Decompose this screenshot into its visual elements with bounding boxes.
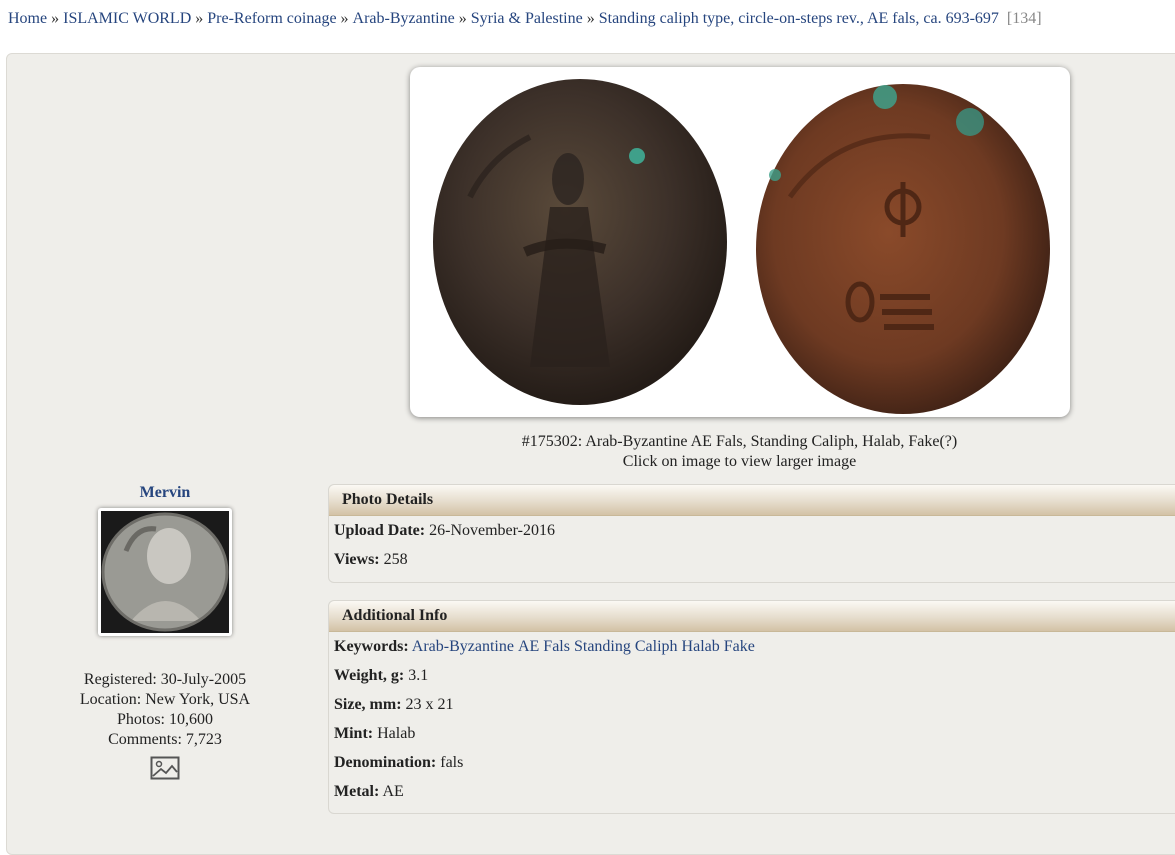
user-profile: Mervin Registered: 30-July-2005 Location… — [60, 484, 270, 780]
weight-row: Weight, g: 3.1 — [329, 661, 1175, 690]
user-photos: Photos: 10,600 — [116, 711, 213, 728]
upload-date-label: Upload Date: — [334, 522, 426, 539]
size-value: 23 x 21 — [405, 696, 454, 713]
upload-date-value: 26-November-2016 — [429, 522, 555, 539]
breadcrumb-separator: » — [340, 10, 349, 27]
photo-details-box: Photo Details Upload Date: 26-November-2… — [328, 484, 1175, 583]
breadcrumb-syria-palestine[interactable]: Syria & Palestine — [471, 10, 583, 27]
metal-value: AE — [382, 783, 404, 800]
keyword-link[interactable]: Caliph — [635, 638, 678, 655]
weight-value: 3.1 — [408, 667, 429, 684]
breadcrumb-pre-reform-coinage[interactable]: Pre-Reform coinage — [207, 10, 336, 27]
keywords-row: Keywords: Arab-Byzantine AE Fals Standing Ca… — [329, 632, 1175, 661]
coin-photo[interactable] — [410, 67, 1070, 417]
breadcrumb-separator: » — [458, 10, 467, 27]
breadcrumb-islamic-world[interactable]: ISLAMIC WORLD — [63, 10, 191, 27]
breadcrumb-album[interactable]: Standing caliph type, circle-on-steps re… — [599, 10, 999, 27]
user-location: Location: New York, USA — [79, 691, 251, 708]
denomination-row: Denomination: fals — [329, 748, 1175, 777]
breadcrumb: Home» ISLAMIC WORLD» Pre-Reform coinage» Ar… — [8, 10, 1042, 28]
photo-hint: Click on image to view larger image — [622, 453, 857, 470]
denomination-label: Denomination: — [334, 754, 437, 771]
views-label: Views: — [334, 551, 380, 568]
size-row: Size, mm: 23 x 21 — [329, 690, 1175, 719]
avatar-image — [101, 511, 229, 633]
keyword-link[interactable]: Standing — [574, 638, 631, 655]
breadcrumb-separator: » — [586, 10, 595, 27]
weight-label: Weight, g: — [334, 667, 405, 684]
mint-row: Mint: Halab — [329, 719, 1175, 748]
views-value: 258 — [383, 551, 408, 568]
breadcrumb-arab-byzantine[interactable]: Arab-Byzantine — [353, 10, 455, 27]
additional-info-header: Additional Info — [329, 601, 1175, 632]
keyword-link[interactable]: Halab — [682, 638, 720, 655]
keyword-link[interactable]: Arab-Byzantine — [412, 638, 514, 655]
size-label: Size, mm: — [334, 696, 402, 713]
keywords-label: Keywords: — [334, 638, 409, 655]
photo-details-header: Photo Details — [329, 485, 1175, 516]
breadcrumb-home[interactable]: Home — [8, 10, 47, 27]
breadcrumb-separator: » — [195, 10, 204, 27]
breadcrumb-separator: » — [51, 10, 60, 27]
keyword-link[interactable]: AE — [518, 638, 539, 655]
mint-value: Halab — [377, 725, 416, 742]
denomination-value: fals — [440, 754, 464, 771]
metal-row: Metal: AE — [329, 777, 1175, 806]
mint-label: Mint: — [334, 725, 374, 742]
gallery-icon[interactable] — [150, 756, 180, 780]
views-row: Views: 258 — [329, 545, 1175, 574]
user-name-link[interactable]: Mervin — [60, 484, 270, 502]
keyword-link[interactable]: Fals — [543, 638, 570, 655]
additional-info-box: Additional Info Keywords: Arab-Byzantine… — [328, 600, 1175, 814]
user-comments: Comments: 7,723 — [108, 731, 222, 748]
coin-image — [433, 79, 1050, 414]
upload-date-row: Upload Date: 26-November-2016 — [329, 516, 1175, 545]
keyword-link[interactable]: Fake — [724, 638, 755, 655]
user-registered: Registered: 30-July-2005 — [83, 671, 247, 688]
photo-caption: #175302: Arab-Byzantine AE Fals, Standin… — [521, 433, 958, 450]
metal-label: Metal: — [334, 783, 380, 800]
album-photo-count: [134] — [1006, 10, 1042, 27]
avatar[interactable] — [98, 508, 232, 636]
